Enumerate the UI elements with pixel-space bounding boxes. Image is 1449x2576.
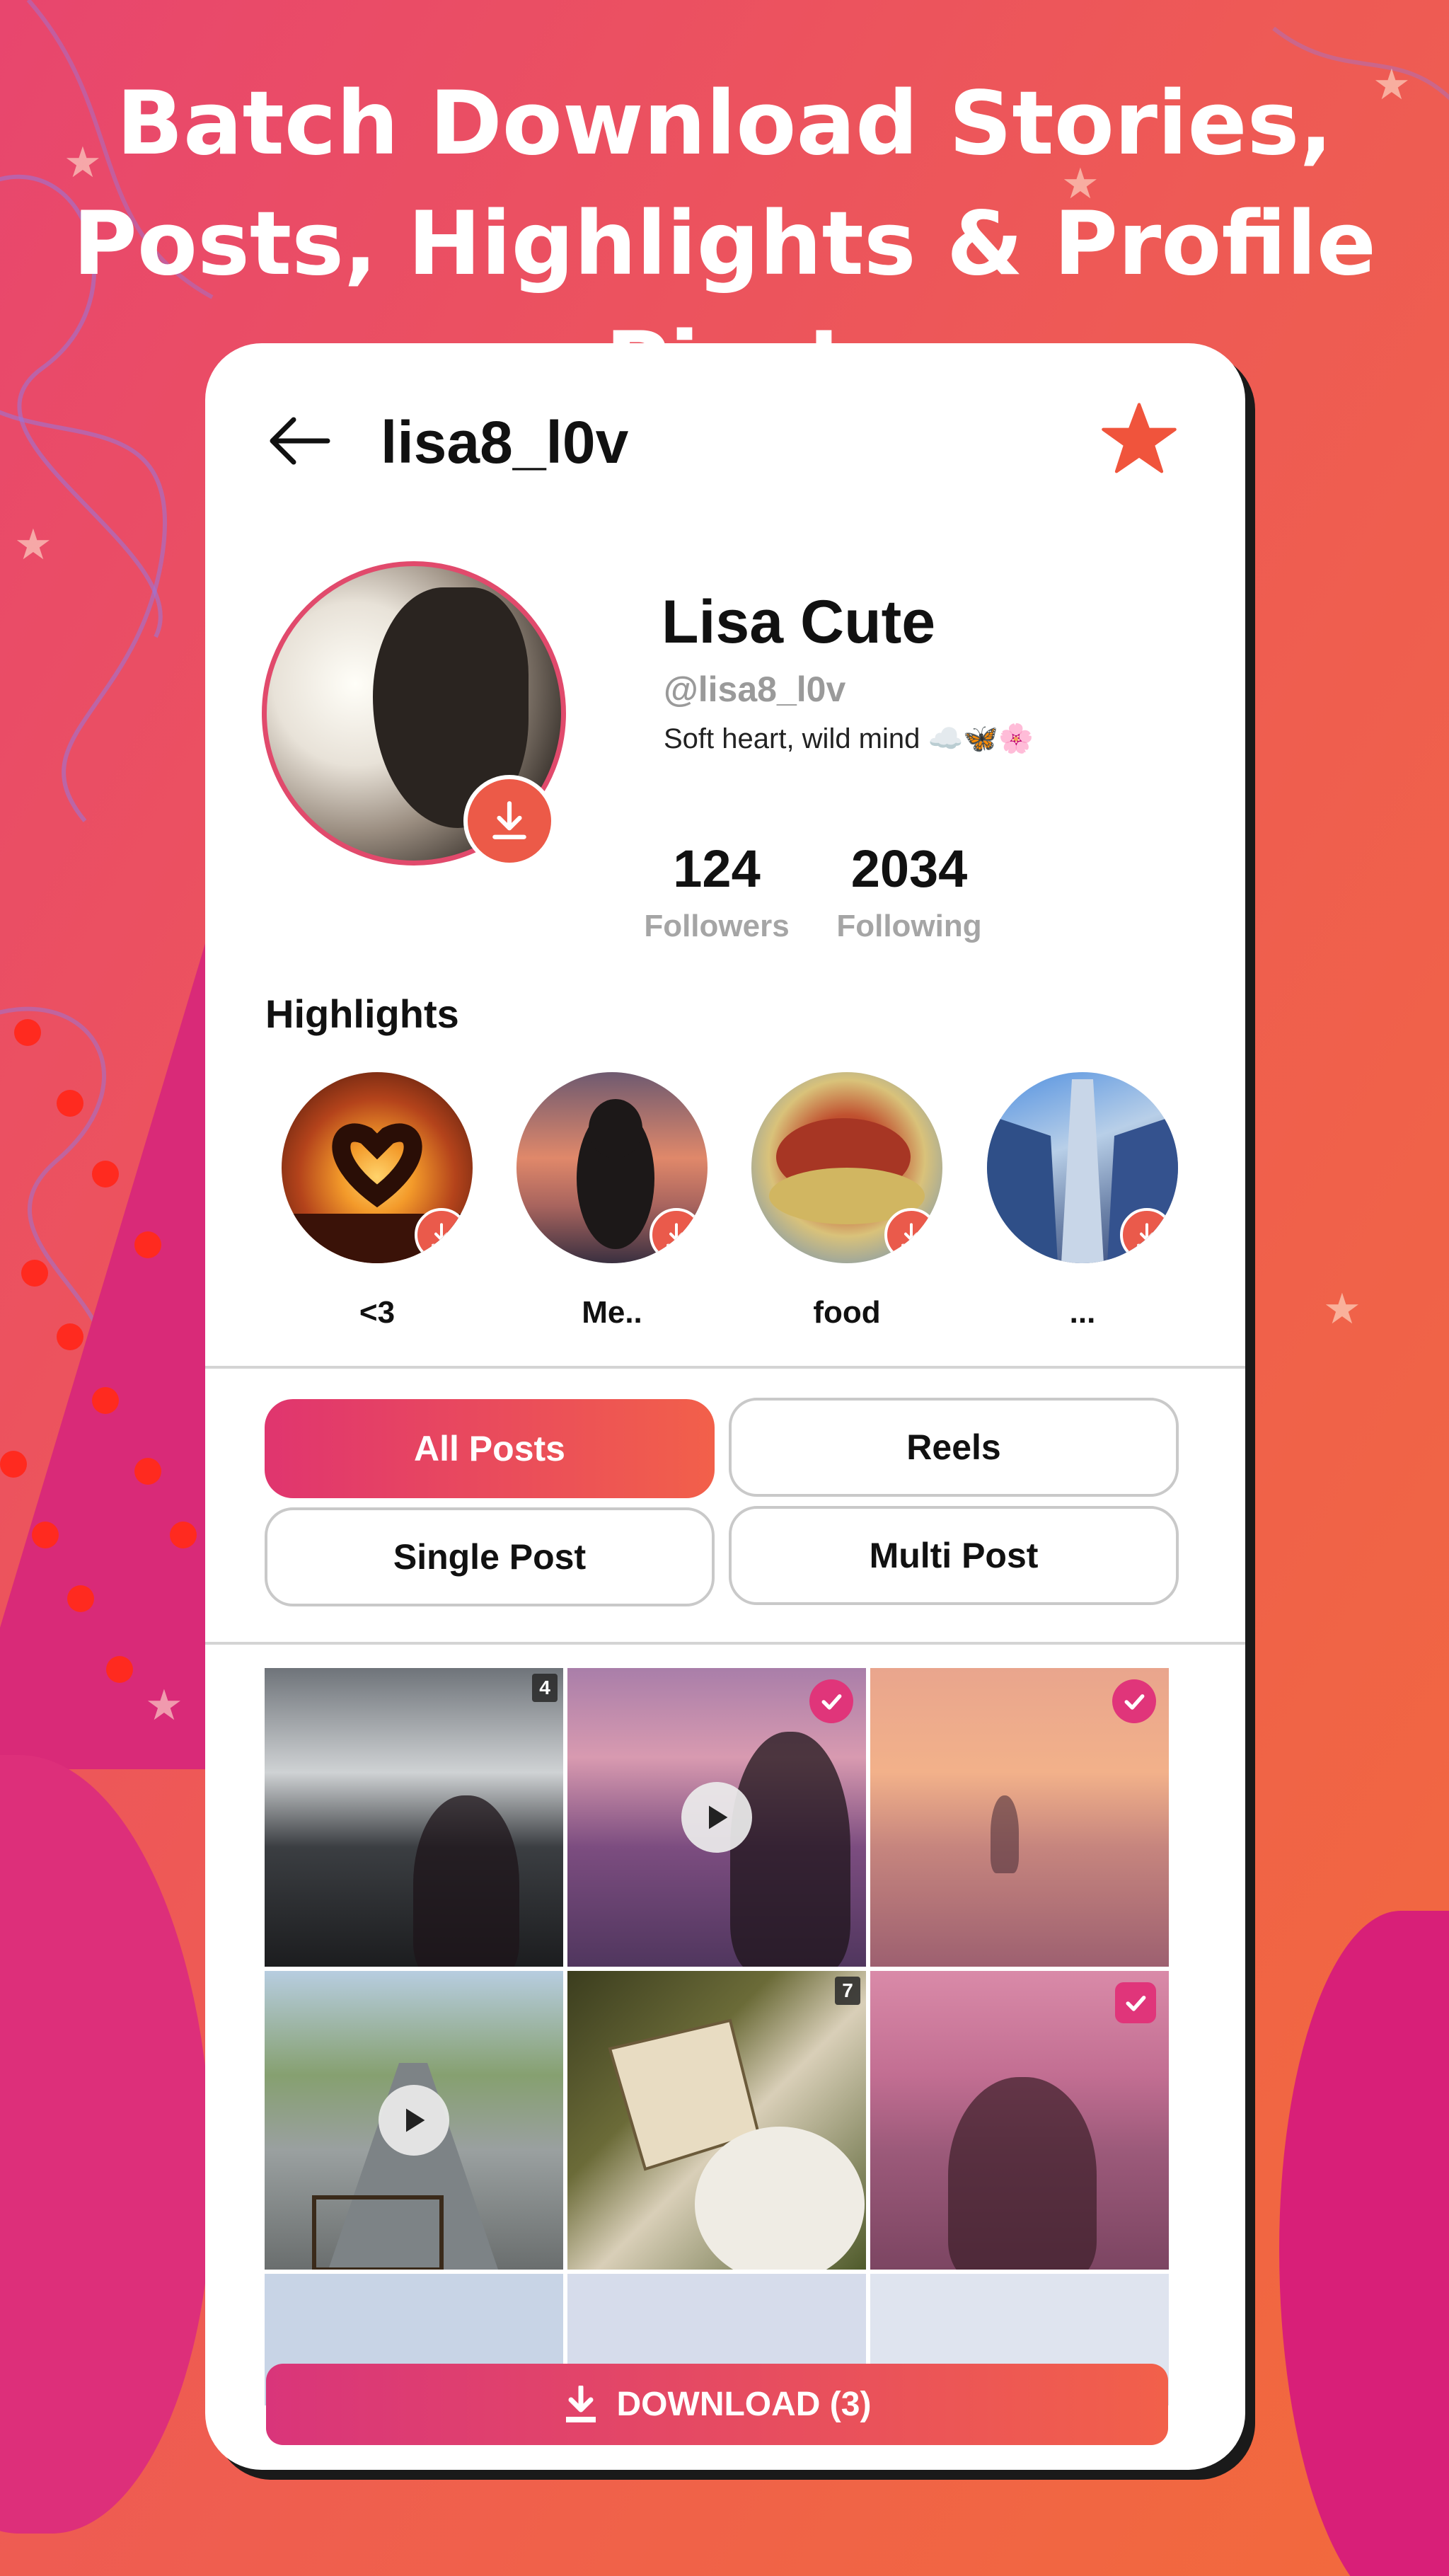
multi-count-badge: 7 [835,1977,860,2005]
highlight-download-button[interactable] [415,1208,468,1262]
highlight-download-button[interactable] [1120,1208,1174,1262]
followers-label: Followers [644,909,790,943]
decor-star: ★ [14,521,52,568]
selected-check-icon[interactable] [809,1679,853,1723]
decor-dot [134,1231,161,1258]
download-button-label: DOWNLOAD (3) [616,2386,872,2423]
highlights-title: Highlights [265,991,459,1036]
post-figure [948,2077,1097,2270]
highlight-cover [751,1072,942,1263]
decor-dot [67,1585,94,1612]
highlight-download-button[interactable] [650,1208,703,1262]
following-count: 2034 [850,839,968,898]
highlight-label: ... [1069,1295,1096,1330]
post-thumbnail[interactable] [870,1668,1169,1967]
post-thumbnail[interactable] [870,1971,1169,2270]
decor-dot [106,1656,133,1683]
highlight-label: food [813,1295,881,1330]
highlight-cover [282,1072,473,1263]
tab-all-posts[interactable]: All Posts [265,1399,715,1498]
highlight-item[interactable]: <3 [282,1072,473,1330]
decor-star: ★ [145,1681,183,1729]
tab-single-post[interactable]: Single Post [265,1507,715,1606]
decor-star: ★ [1323,1285,1361,1333]
multi-count-badge: 4 [532,1674,558,1702]
download-icon [666,1223,686,1247]
decor-dot [32,1522,59,1548]
post-figure [730,1732,850,1967]
post-thumbnail[interactable] [567,1668,866,1967]
following-stat[interactable]: 2034 Following [828,839,991,944]
decor-dot [92,1387,119,1414]
play-icon [681,1782,752,1853]
followers-stat[interactable]: 124 Followers [642,839,791,944]
decor-dot [134,1458,161,1485]
divider [205,1366,1245,1369]
back-arrow-icon[interactable] [265,407,333,475]
highlight-item[interactable]: ... [987,1072,1178,1330]
post-figure [413,1795,519,1967]
selected-check-icon[interactable] [1115,1982,1156,2023]
phone-screen: lisa8_l0v Lisa Cute @lisa8_l0v Soft hear… [205,343,1245,2470]
selected-check-icon[interactable] [1112,1679,1156,1723]
profile-bio: Soft heart, wild mind ☁️🦋🌸 [664,723,1034,754]
decor-dot [170,1522,197,1548]
highlight-download-button[interactable] [884,1208,938,1262]
decor-dot [0,1451,27,1478]
tab-reels[interactable]: Reels [729,1398,1179,1497]
download-icon [901,1223,921,1247]
download-selected-button[interactable]: DOWNLOAD (3) [266,2364,1168,2445]
profile-display-name: Lisa Cute [662,588,936,656]
highlight-label: <3 [359,1295,396,1330]
play-icon [379,2085,449,2156]
favorite-star-icon[interactable] [1100,400,1178,478]
highlight-cover [987,1072,1178,1263]
decor-dot [92,1161,119,1188]
download-icon [432,1223,451,1247]
profile-handle: @lisa8_l0v [664,669,846,709]
post-figure [991,1795,1019,1873]
post-thumbnail[interactable] [265,1971,563,2270]
download-icon [1137,1223,1157,1247]
followers-count: 124 [673,839,761,898]
highlight-label: Me.. [582,1295,642,1330]
divider [205,1642,1245,1645]
top-bar: lisa8_l0v [205,343,1245,527]
decor-dot [14,1019,41,1046]
download-icon [565,2385,596,2422]
highlight-item[interactable]: Me.. [516,1072,708,1330]
decor-dot [57,1323,83,1350]
avatar-download-button[interactable] [463,775,555,867]
posts-grid: 4 7 [265,1668,1179,2405]
decor-dot [21,1260,48,1287]
headline-line-1: Batch Download Stories, [116,73,1333,175]
download-icon [492,801,526,839]
highlight-cover [516,1072,708,1263]
highlight-item[interactable]: food [751,1072,942,1330]
post-thumbnail[interactable]: 4 [265,1668,563,1967]
post-thumbnail[interactable]: 7 [567,1971,866,2270]
book-reading-image [608,2018,865,2270]
tab-multi-post[interactable]: Multi Post [729,1506,1179,1605]
header-username: lisa8_l0v [381,409,629,476]
following-label: Following [836,909,982,943]
decor-dot [57,1090,83,1117]
